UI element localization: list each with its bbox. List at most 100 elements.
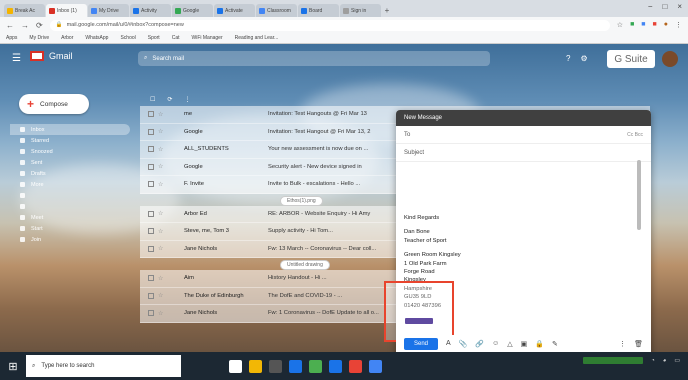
photo-icon[interactable]: ▣	[521, 340, 528, 348]
more-actions-icon[interactable]: ⋮	[184, 96, 190, 103]
sidebar-item[interactable]: Starred	[10, 135, 130, 146]
sidebar-item[interactable]: Join	[10, 234, 130, 245]
taskbar-app-icon[interactable]	[249, 359, 262, 373]
star-icon[interactable]: ☆	[158, 245, 168, 252]
back-icon[interactable]: ←	[6, 21, 14, 30]
select-all-checkbox[interactable]: ☐	[150, 96, 155, 103]
wifi-icon[interactable]: ◔	[651, 358, 655, 364]
taskbar-app-icon[interactable]	[329, 359, 342, 373]
browser-tab[interactable]: Activity	[130, 4, 171, 17]
row-checkbox[interactable]	[148, 310, 154, 317]
profile-icon[interactable]: ●	[664, 21, 668, 29]
gsuite-badge[interactable]: G Suite	[607, 50, 655, 68]
sidebar-item[interactable]: Snoozed	[10, 146, 130, 157]
drive-icon[interactable]: △	[507, 340, 512, 348]
star-icon[interactable]: ☆	[158, 163, 168, 170]
star-icon[interactable]: ☆	[158, 210, 168, 217]
row-checkbox[interactable]	[148, 128, 154, 135]
windows-start-icon[interactable]: ⊞	[0, 352, 26, 380]
star-icon[interactable]: ☆	[158, 292, 168, 299]
browser-tab[interactable]: Sign in	[340, 4, 381, 17]
pen-icon[interactable]: ✎	[552, 340, 558, 348]
star-icon[interactable]: ☆	[158, 128, 168, 135]
taskbar-search-input[interactable]: ⌕ Type here to search	[26, 355, 181, 377]
browser-tab[interactable]: Inbox (1)	[46, 4, 87, 17]
bookmark-item[interactable]: My Drive	[29, 35, 49, 41]
sidebar-item[interactable]	[10, 201, 130, 212]
to-field[interactable]: To Cc Bcc	[396, 126, 651, 144]
sidebar-item[interactable]: Start	[10, 223, 130, 234]
search-mail-input[interactable]: ⌕ Search mail	[138, 51, 490, 66]
lock-icon[interactable]: 🔒	[535, 340, 544, 348]
sidebar-item[interactable]	[10, 190, 130, 201]
row-checkbox[interactable]	[148, 146, 154, 153]
browser-tab[interactable]: My Drive	[88, 4, 129, 17]
send-button[interactable]: Send	[404, 337, 438, 350]
minimize-icon[interactable]: −	[648, 2, 653, 11]
close-icon[interactable]: ×	[677, 2, 682, 11]
browser-tab[interactable]: Google	[172, 4, 213, 17]
row-checkbox[interactable]	[148, 245, 154, 252]
compose-button[interactable]: + Compose	[19, 94, 89, 114]
avatar[interactable]	[662, 51, 678, 67]
url-input[interactable]: 🔒 mail.google.com/mail/u/0/#inbox?compos…	[49, 19, 610, 31]
sidebar-item[interactable]: Drafts	[10, 168, 130, 179]
star-icon[interactable]: ☆	[617, 21, 623, 29]
bookmark-item[interactable]: Cat	[172, 35, 180, 41]
row-checkbox[interactable]	[148, 210, 154, 217]
emoji-icon[interactable]: ☺	[492, 340, 499, 347]
sidebar-item[interactable]: Sent	[10, 157, 130, 168]
volume-icon[interactable]: ◕	[663, 358, 667, 364]
taskbar-app-icon[interactable]	[269, 359, 282, 373]
link-icon[interactable]: 🔗	[475, 340, 484, 348]
star-icon[interactable]: ☆	[158, 146, 168, 153]
browser-tab[interactable]: Board	[298, 4, 339, 17]
delete-icon[interactable]: 🗑	[634, 340, 643, 348]
refresh-icon[interactable]: ⟳	[167, 96, 172, 103]
browser-tab[interactable]: Activate	[214, 4, 255, 17]
taskbar-app-icon[interactable]	[229, 359, 242, 373]
new-tab-button[interactable]: +	[382, 4, 392, 17]
star-icon[interactable]: ☆	[158, 275, 168, 282]
bookmark-item[interactable]: WiFi Manager	[191, 35, 222, 41]
sidebar-item[interactable]: More	[10, 179, 130, 190]
more-options-icon[interactable]: ⋮	[619, 340, 626, 348]
bookmark-item[interactable]: Sport	[148, 35, 160, 41]
forward-icon[interactable]: →	[21, 21, 29, 30]
taskbar-app-icon[interactable]	[369, 359, 382, 373]
attachment-chip[interactable]: Ethos(1).png	[280, 195, 323, 206]
taskbar-app-icon[interactable]	[309, 359, 322, 373]
more-icon[interactable]: ⋮	[675, 21, 682, 29]
subject-field[interactable]: Subject	[396, 144, 651, 162]
taskbar-app-icon[interactable]	[289, 359, 302, 373]
row-checkbox[interactable]	[148, 292, 154, 299]
reload-icon[interactable]: ⟳	[36, 21, 43, 30]
attach-icon[interactable]: 📎	[459, 340, 468, 348]
browser-tab[interactable]: Classroom	[256, 4, 297, 17]
bookmark-item[interactable]: WhatsApp	[85, 35, 108, 41]
sidebar-item[interactable]: Inbox	[10, 124, 130, 135]
row-checkbox[interactable]	[148, 111, 154, 118]
row-checkbox[interactable]	[148, 275, 154, 282]
row-checkbox[interactable]	[148, 228, 154, 235]
cc-bcc-link[interactable]: Cc Bcc	[627, 132, 643, 138]
browser-tab[interactable]: Break Ac	[4, 4, 45, 17]
taskbar-app-icon[interactable]	[349, 359, 362, 373]
bookmark-item[interactable]: Reading and Lear...	[235, 35, 279, 41]
help-icon[interactable]: ?	[566, 54, 570, 63]
row-checkbox[interactable]	[148, 181, 154, 188]
attachment-chip[interactable]: Untitled drawing	[280, 260, 330, 270]
notification-icon[interactable]: ▭	[674, 357, 680, 364]
main-menu-icon[interactable]: ☰	[12, 53, 21, 64]
extension-icon[interactable]: ■	[630, 21, 634, 29]
extension-icon[interactable]: ■	[641, 21, 645, 29]
star-icon[interactable]: ☆	[158, 111, 168, 118]
settings-icon[interactable]: ⚙	[580, 54, 587, 63]
gmail-logo[interactable]: Gmail	[30, 51, 73, 61]
star-icon[interactable]: ☆	[158, 310, 168, 317]
formatting-icon[interactable]: A	[446, 340, 451, 347]
maximize-icon[interactable]: □	[662, 2, 667, 11]
row-checkbox[interactable]	[148, 163, 154, 170]
compose-scrollbar[interactable]	[637, 160, 641, 230]
bookmark-item[interactable]: Arbor	[61, 35, 73, 41]
